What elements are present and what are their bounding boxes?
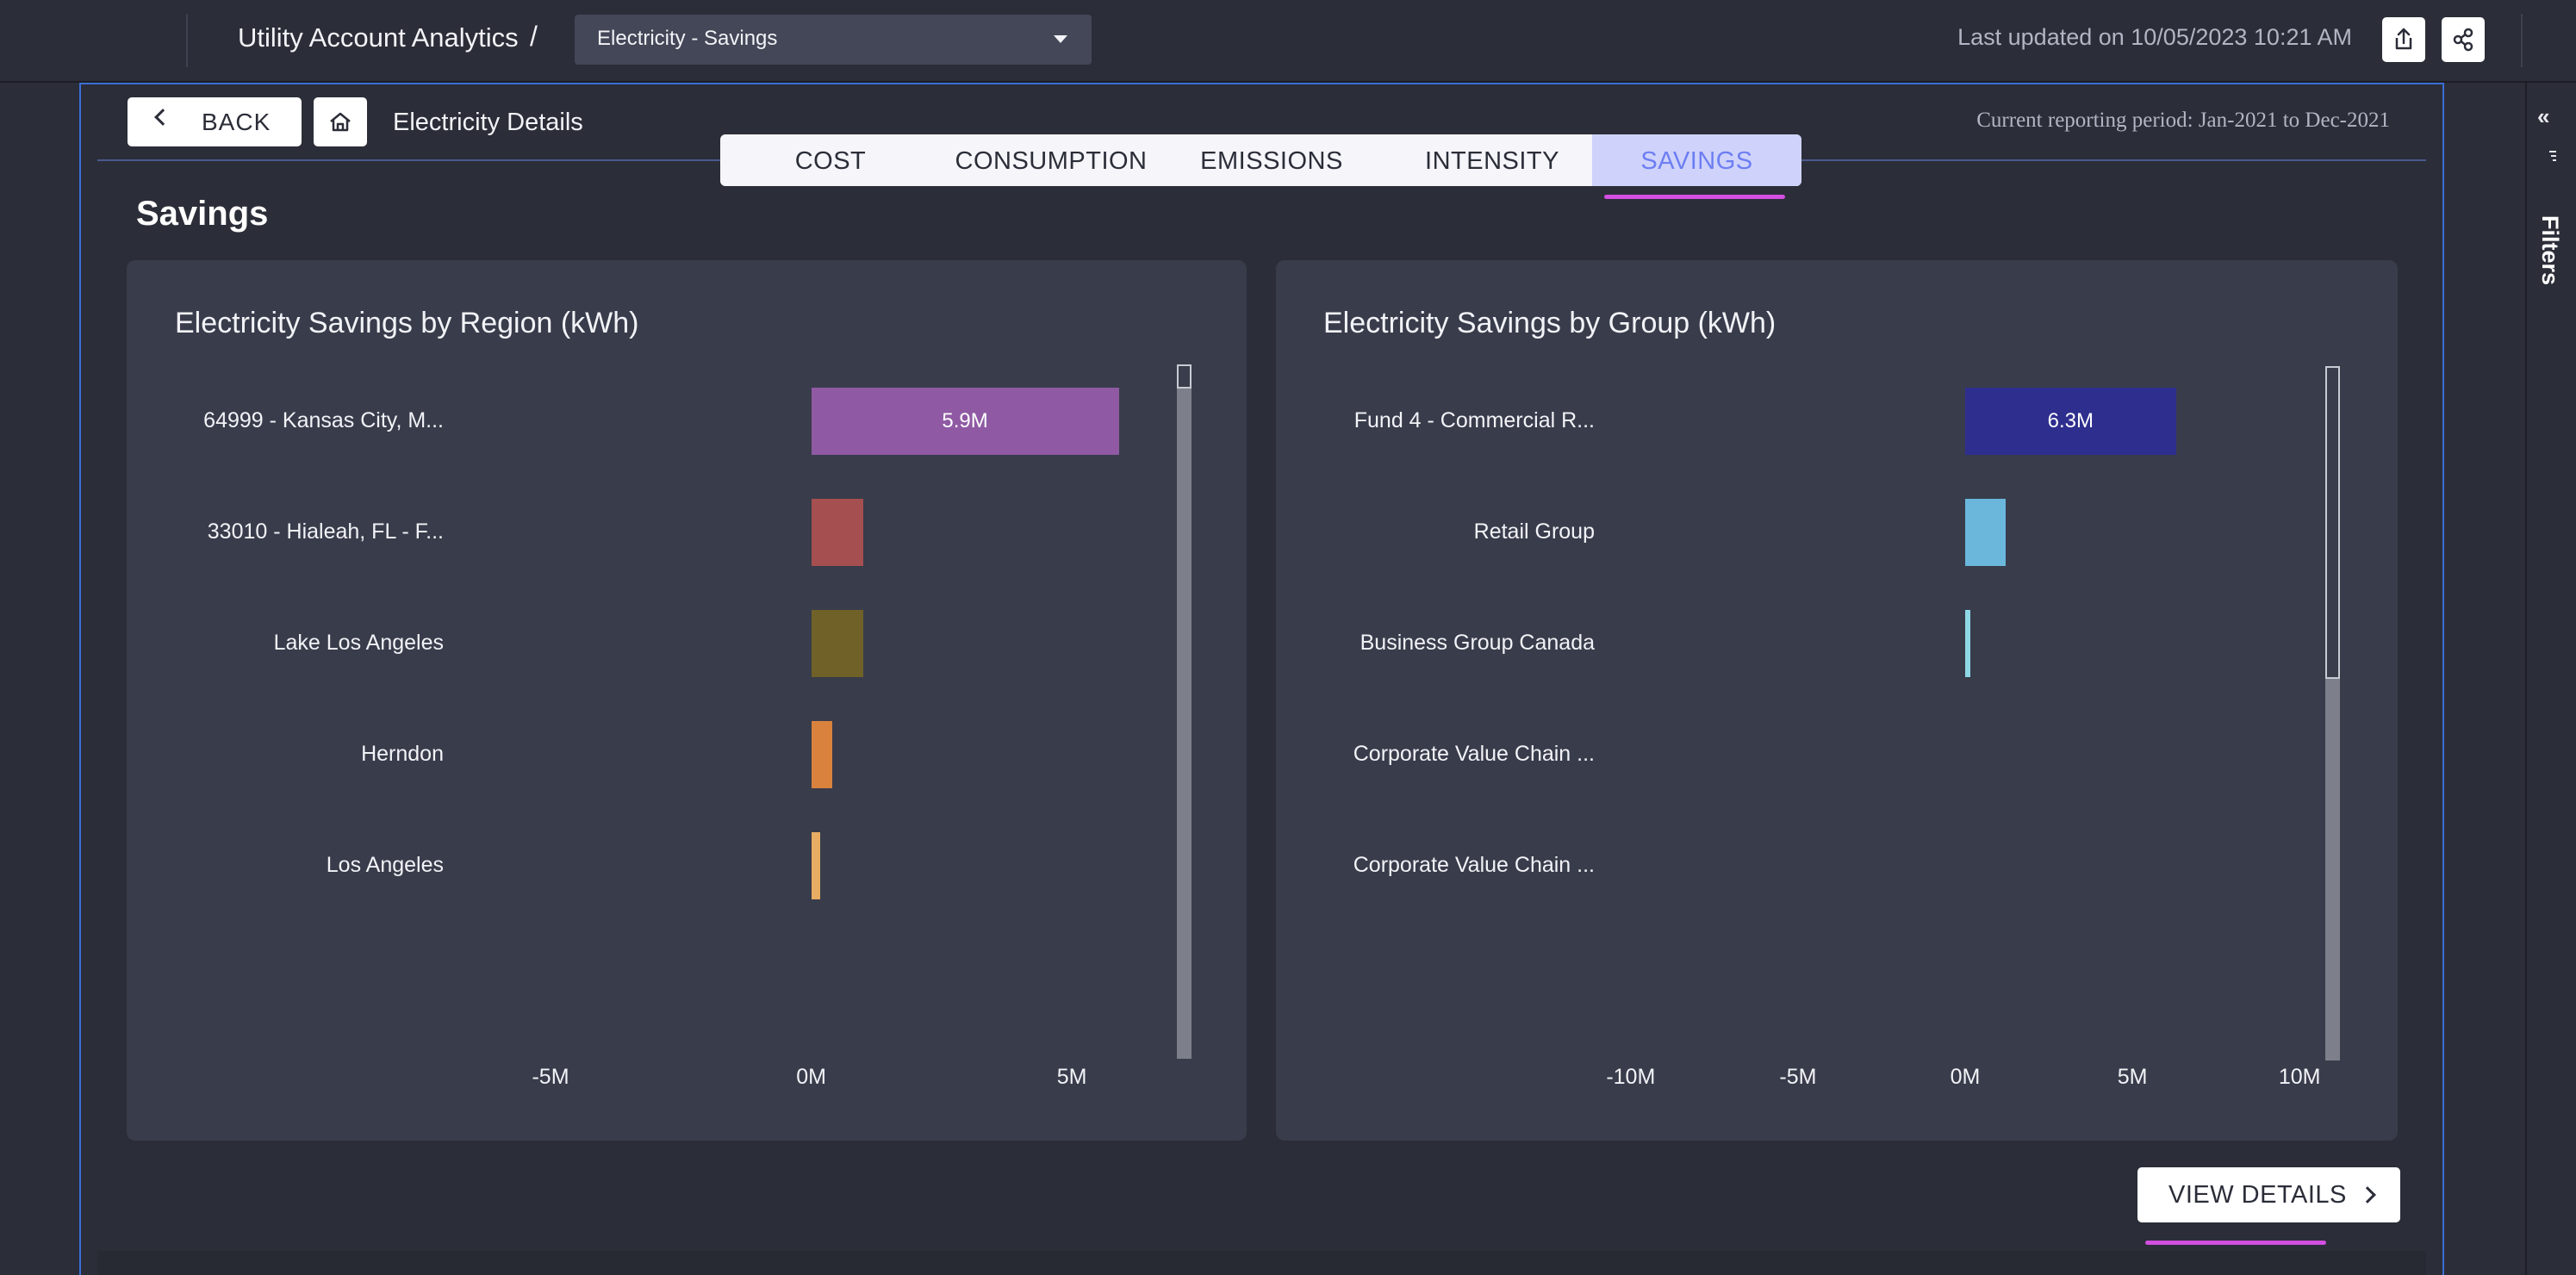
bar-category-label: Retail Group [1473, 519, 1595, 544]
tab-intensity[interactable]: INTENSITY [1382, 134, 1602, 186]
view-details-label: VIEW DETAILS [2168, 1181, 2347, 1209]
bar-category-label: Herndon [361, 742, 444, 766]
bar-category-label: Fund 4 - Commercial R... [1353, 408, 1595, 432]
home-icon [330, 112, 351, 132]
dataset-select[interactable]: Electricity - Savings [575, 15, 1092, 65]
breadcrumb-separator: / [530, 21, 538, 52]
x-axis-tick-label: 0M [796, 1065, 826, 1089]
share-button[interactable] [2442, 17, 2485, 62]
bar[interactable] [1965, 499, 2006, 566]
bar-data-label: 5.9M [942, 409, 988, 432]
bar[interactable] [811, 499, 864, 566]
home-button[interactable] [314, 97, 367, 146]
chevron-right-icon [2359, 1186, 2376, 1203]
group-bar-chart: Fund 4 - Commercial R... 6.3M Retail Group… [1276, 260, 2398, 1141]
export-icon [2395, 28, 2412, 50]
bar[interactable] [811, 610, 864, 677]
bar-category-label: 33010 - Hialeah, FL - F... [207, 519, 444, 544]
x-axis-tick-label: 5M [2117, 1065, 2148, 1089]
button-accent-underline [2145, 1241, 2326, 1245]
bar-category-label: Corporate Value Chain ... [1353, 742, 1595, 766]
chart-scrollbar[interactable] [1177, 364, 1192, 1059]
share-icon [2453, 28, 2473, 52]
last-updated-text: Last updated on 10/05/2023 10:21 AM [1957, 24, 2352, 50]
x-axis-tick-label: 5M [1056, 1065, 1087, 1089]
reporting-period: Current reporting period: Jan-2021 to De… [1976, 109, 2390, 132]
caret-down-icon [1054, 35, 1067, 43]
back-button-label: BACK [202, 109, 271, 135]
x-axis-tick-label: -10M [1606, 1065, 1656, 1089]
divider [186, 14, 188, 67]
view-details-button[interactable]: VIEW DETAILS [2137, 1167, 2400, 1222]
tab-cost[interactable]: COST [720, 134, 941, 186]
bar-category-label: Corporate Value Chain ... [1353, 853, 1595, 877]
x-axis-tick-label: -5M [1779, 1065, 1817, 1089]
bar[interactable] [1965, 610, 1970, 677]
bar[interactable] [811, 832, 821, 899]
chevron-left-icon [154, 109, 171, 126]
x-axis-tick-label: -5M [532, 1065, 569, 1089]
double-chevron-left-icon[interactable]: « [2537, 103, 2549, 130]
dataset-select-value: Electricity - Savings [597, 27, 778, 50]
group-chart-card: Electricity Savings by Group (kWh) Fund … [1276, 260, 2398, 1141]
export-button[interactable] [2382, 17, 2425, 62]
chart-scrollbar-thumb[interactable] [1177, 364, 1192, 389]
tab-emissions[interactable]: EMISSIONS [1161, 134, 1382, 186]
page-heading: Electricity Details [393, 109, 583, 136]
active-tab-indicator [1604, 195, 1785, 199]
x-axis-tick-label: 10M [2278, 1065, 2321, 1089]
bar-category-label: Business Group Canada [1360, 631, 1595, 655]
bar-category-label: Lake Los Angeles [273, 631, 444, 655]
bar-category-label: Los Angeles [326, 853, 444, 877]
region-bar-chart: 64999 - Kansas City, M... 5.9M 33010 - Hia… [127, 260, 1247, 1141]
bar-category-label: 64999 - Kansas City, M... [203, 408, 444, 432]
filter-icon [2549, 151, 2556, 161]
tab-savings[interactable]: SAVINGS [1592, 134, 1801, 186]
chart-scrollbar-thumb[interactable] [2325, 366, 2340, 679]
next-section-edge [97, 1251, 2426, 1275]
chart-scrollbar[interactable] [2325, 366, 2340, 1060]
back-button[interactable]: BACK [128, 97, 302, 146]
section-title: Savings [136, 195, 269, 233]
region-chart-card: Electricity Savings by Region (kWh) 6499… [127, 260, 1247, 1141]
x-axis-tick-label: 0M [1950, 1065, 1981, 1089]
tab-bar: COST CONSUMPTION EMISSIONS INTENSITY SAV… [720, 134, 1801, 186]
bar-data-label: 6.3M [2047, 409, 2094, 432]
divider [2521, 14, 2523, 67]
filters-label[interactable]: Filters [2536, 215, 2563, 285]
tab-consumption[interactable]: CONSUMPTION [941, 134, 1161, 186]
top-bar: Utility Account Analytics / Electricity … [0, 0, 2576, 83]
bar[interactable] [811, 721, 832, 788]
app-title: Utility Account Analytics [238, 22, 519, 53]
